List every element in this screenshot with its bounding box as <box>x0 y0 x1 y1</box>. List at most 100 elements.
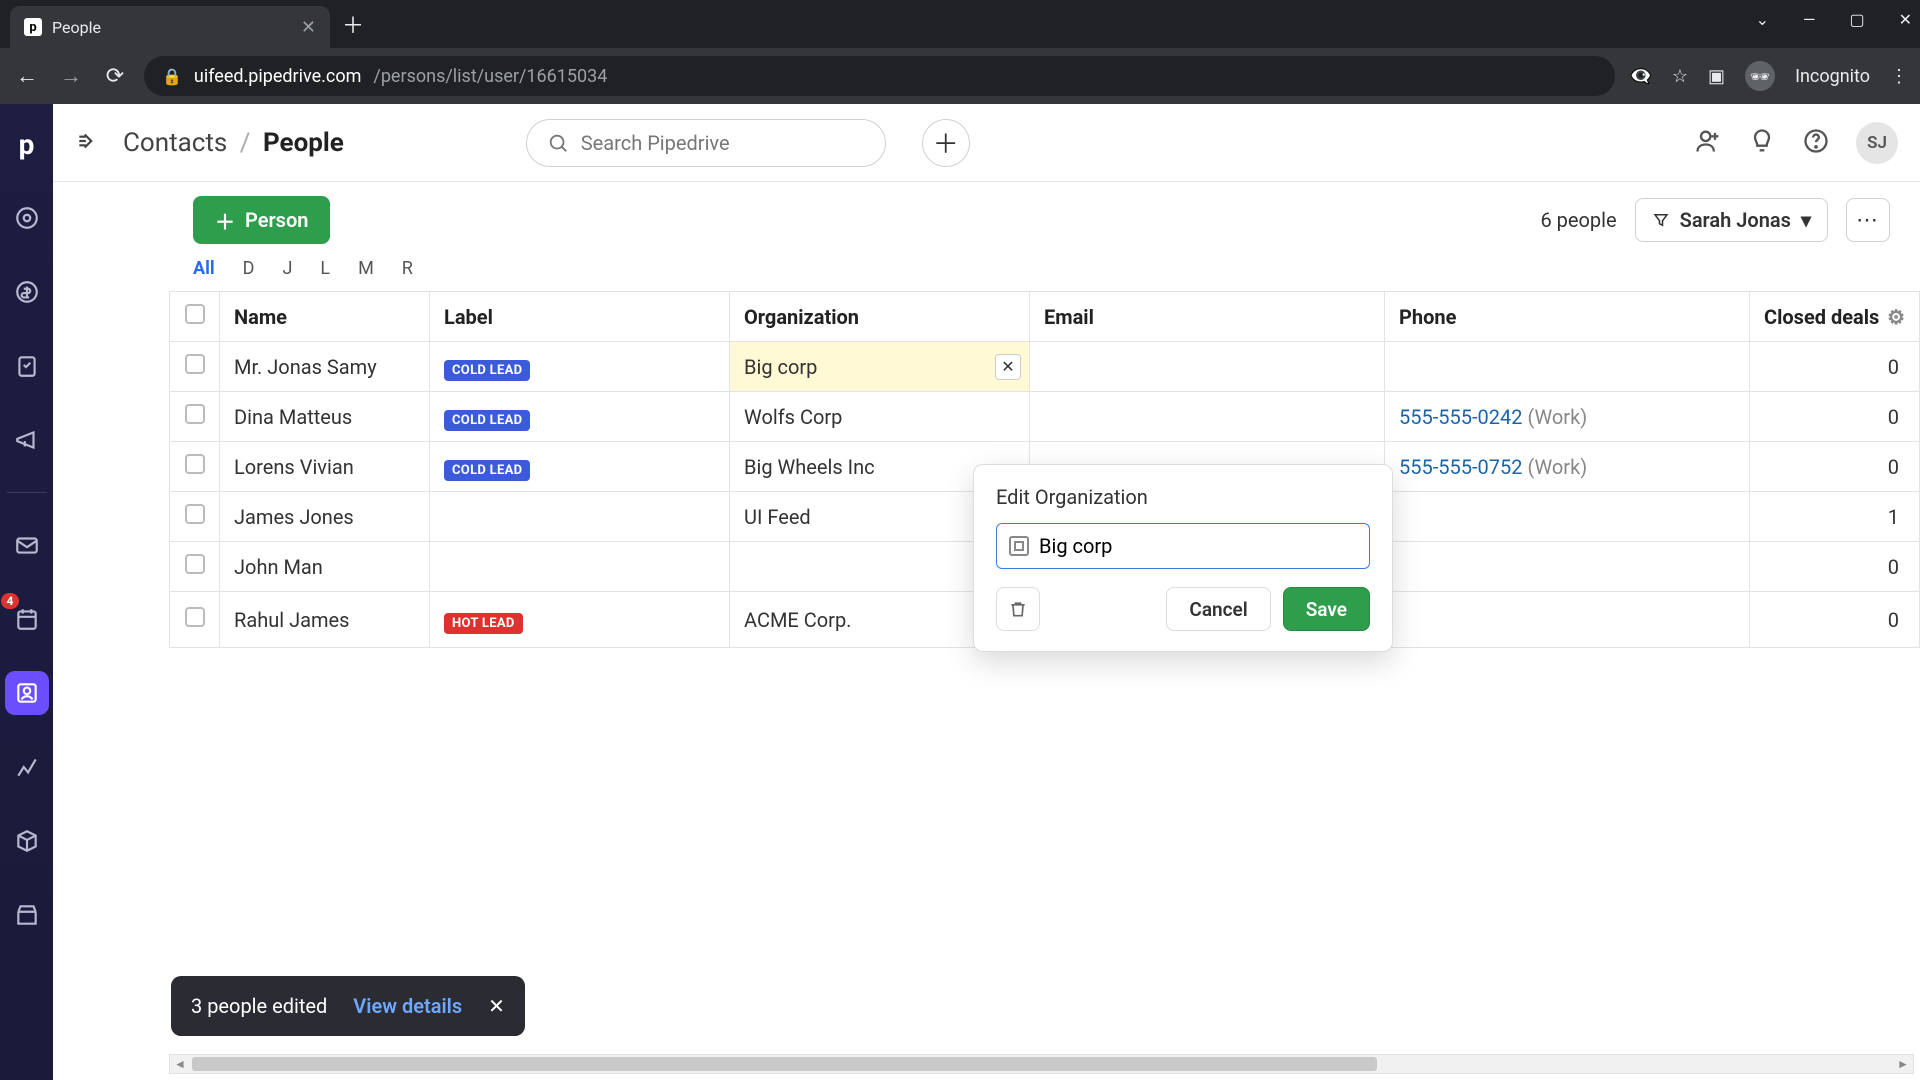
cell-organization[interactable]: Wolfs Corp <box>730 392 1030 442</box>
incognito-icon[interactable]: 🕶 <box>1745 61 1775 91</box>
owner-filter[interactable]: Sarah Jonas ▾ <box>1635 198 1828 242</box>
search-placeholder: Search Pipedrive <box>581 131 730 155</box>
nav-activities[interactable]: 4 <box>5 597 49 641</box>
nav-deals[interactable] <box>5 270 49 314</box>
gear-icon[interactable]: ⚙ <box>1887 305 1905 329</box>
close-tab-icon[interactable]: ✕ <box>301 17 316 38</box>
clear-cell-icon[interactable]: ✕ <box>995 354 1021 380</box>
cell-deals[interactable]: 1 <box>1750 492 1920 542</box>
cell-label[interactable] <box>430 492 730 542</box>
topbar: Contacts / People Search Pipedrive ＋ SJ <box>53 104 1920 182</box>
cell-email[interactable] <box>1030 342 1385 392</box>
collapse-sidebar-icon[interactable] <box>75 128 101 158</box>
horizontal-scrollbar[interactable]: ◄ ► <box>169 1054 1914 1074</box>
row-select[interactable] <box>170 542 220 592</box>
list-toolbar: ＋ Person 6 people Sarah Jonas ▾ ⋯ <box>53 182 1920 258</box>
save-button[interactable]: Save <box>1283 587 1370 631</box>
reload-icon[interactable]: ⟳ <box>100 64 130 89</box>
row-select[interactable] <box>170 342 220 392</box>
cell-email[interactable] <box>1030 392 1385 442</box>
url-box[interactable]: 🔒 uifeed.pipedrive.com/persons/list/user… <box>144 56 1615 96</box>
alpha-letter[interactable]: M <box>358 258 374 279</box>
row-select[interactable] <box>170 592 220 648</box>
invite-user-icon[interactable] <box>1694 127 1722 159</box>
select-all[interactable] <box>170 292 220 342</box>
cell-phone[interactable] <box>1385 592 1750 648</box>
cell-name[interactable]: James Jones <box>220 492 430 542</box>
cell-label[interactable] <box>430 542 730 592</box>
breadcrumb-root[interactable]: Contacts <box>123 128 227 158</box>
cell-deals[interactable]: 0 <box>1750 542 1920 592</box>
row-select[interactable] <box>170 492 220 542</box>
cell-label[interactable]: COLD LEAD <box>430 442 730 492</box>
cell-label[interactable]: COLD LEAD <box>430 392 730 442</box>
new-tab-button[interactable]: ＋ <box>342 8 364 40</box>
nav-mail[interactable] <box>5 523 49 567</box>
scroll-right-icon[interactable]: ► <box>1893 1055 1913 1073</box>
alpha-letter[interactable]: R <box>402 258 413 279</box>
minimize-icon[interactable]: ― <box>1803 10 1816 29</box>
assistant-icon[interactable] <box>1748 127 1776 159</box>
cell-deals[interactable]: 0 <box>1750 592 1920 648</box>
col-phone[interactable]: Phone <box>1385 292 1750 342</box>
scroll-left-icon[interactable]: ◄ <box>170 1055 190 1073</box>
add-person-button[interactable]: ＋ Person <box>193 196 330 244</box>
browser-menu-icon[interactable]: ⋮ <box>1890 66 1908 87</box>
cell-deals[interactable]: 0 <box>1750 442 1920 492</box>
alpha-letter[interactable]: L <box>320 258 330 279</box>
nav-leads[interactable] <box>5 196 49 240</box>
cell-label[interactable]: HOT LEAD <box>430 592 730 648</box>
cell-phone[interactable] <box>1385 342 1750 392</box>
col-email[interactable]: Email <box>1030 292 1385 342</box>
nav-projects[interactable] <box>5 344 49 388</box>
cell-name[interactable]: Rahul James <box>220 592 430 648</box>
quick-add-button[interactable]: ＋ <box>922 119 970 167</box>
help-icon[interactable] <box>1802 127 1830 159</box>
app-logo[interactable]: p <box>5 122 49 166</box>
extensions-icon[interactable]: ▣ <box>1708 66 1725 87</box>
cell-label[interactable]: COLD LEAD <box>430 342 730 392</box>
cell-deals[interactable]: 0 <box>1750 392 1920 442</box>
cell-phone[interactable] <box>1385 492 1750 542</box>
col-organization[interactable]: Organization <box>730 292 1030 342</box>
eye-off-icon[interactable]: 👁️‍🗨️ <box>1629 66 1651 87</box>
cell-phone[interactable] <box>1385 542 1750 592</box>
col-label[interactable]: Label <box>430 292 730 342</box>
more-actions-button[interactable]: ⋯ <box>1846 198 1890 242</box>
maximize-icon[interactable]: ▢ <box>1849 10 1864 29</box>
global-search[interactable]: Search Pipedrive <box>526 119 886 167</box>
toast-close-icon[interactable]: ✕ <box>488 994 505 1018</box>
scroll-thumb[interactable] <box>192 1057 1377 1071</box>
toast-action-link[interactable]: View details <box>353 994 462 1018</box>
cell-organization-editing[interactable]: Big corp ✕ <box>730 342 1030 392</box>
cell-phone[interactable]: 555-555-0752 (Work) <box>1385 442 1750 492</box>
tabs-overview-icon[interactable]: ⌄ <box>1756 10 1769 29</box>
organization-input-wrapper[interactable] <box>996 523 1370 569</box>
row-select[interactable] <box>170 392 220 442</box>
organization-input[interactable] <box>1039 534 1357 558</box>
cell-name[interactable]: Mr. Jonas Samy <box>220 342 430 392</box>
close-window-icon[interactable]: ✕ <box>1899 10 1912 29</box>
nav-marketplace[interactable] <box>5 893 49 937</box>
star-icon[interactable]: ☆ <box>1672 66 1688 87</box>
cell-name[interactable]: John Man <box>220 542 430 592</box>
col-closed-deals[interactable]: Closed deals ⚙ <box>1750 292 1920 342</box>
browser-tab[interactable]: p People ✕ <box>10 6 330 48</box>
cell-name[interactable]: Dina Matteus <box>220 392 430 442</box>
cancel-button[interactable]: Cancel <box>1166 587 1270 631</box>
cell-deals[interactable]: 0 <box>1750 342 1920 392</box>
back-icon[interactable]: ← <box>12 63 42 89</box>
alpha-letter[interactable]: J <box>282 258 292 279</box>
nav-contacts[interactable] <box>5 671 49 715</box>
col-name[interactable]: Name <box>220 292 430 342</box>
row-select[interactable] <box>170 442 220 492</box>
nav-products[interactable] <box>5 819 49 863</box>
cell-name[interactable]: Lorens Vivian <box>220 442 430 492</box>
alpha-all[interactable]: All <box>193 258 215 279</box>
nav-campaigns[interactable] <box>5 418 49 462</box>
cell-phone[interactable]: 555-555-0242 (Work) <box>1385 392 1750 442</box>
alpha-letter[interactable]: D <box>243 258 255 279</box>
nav-insights[interactable] <box>5 745 49 789</box>
delete-button[interactable] <box>996 587 1040 631</box>
user-avatar[interactable]: SJ <box>1856 122 1898 164</box>
